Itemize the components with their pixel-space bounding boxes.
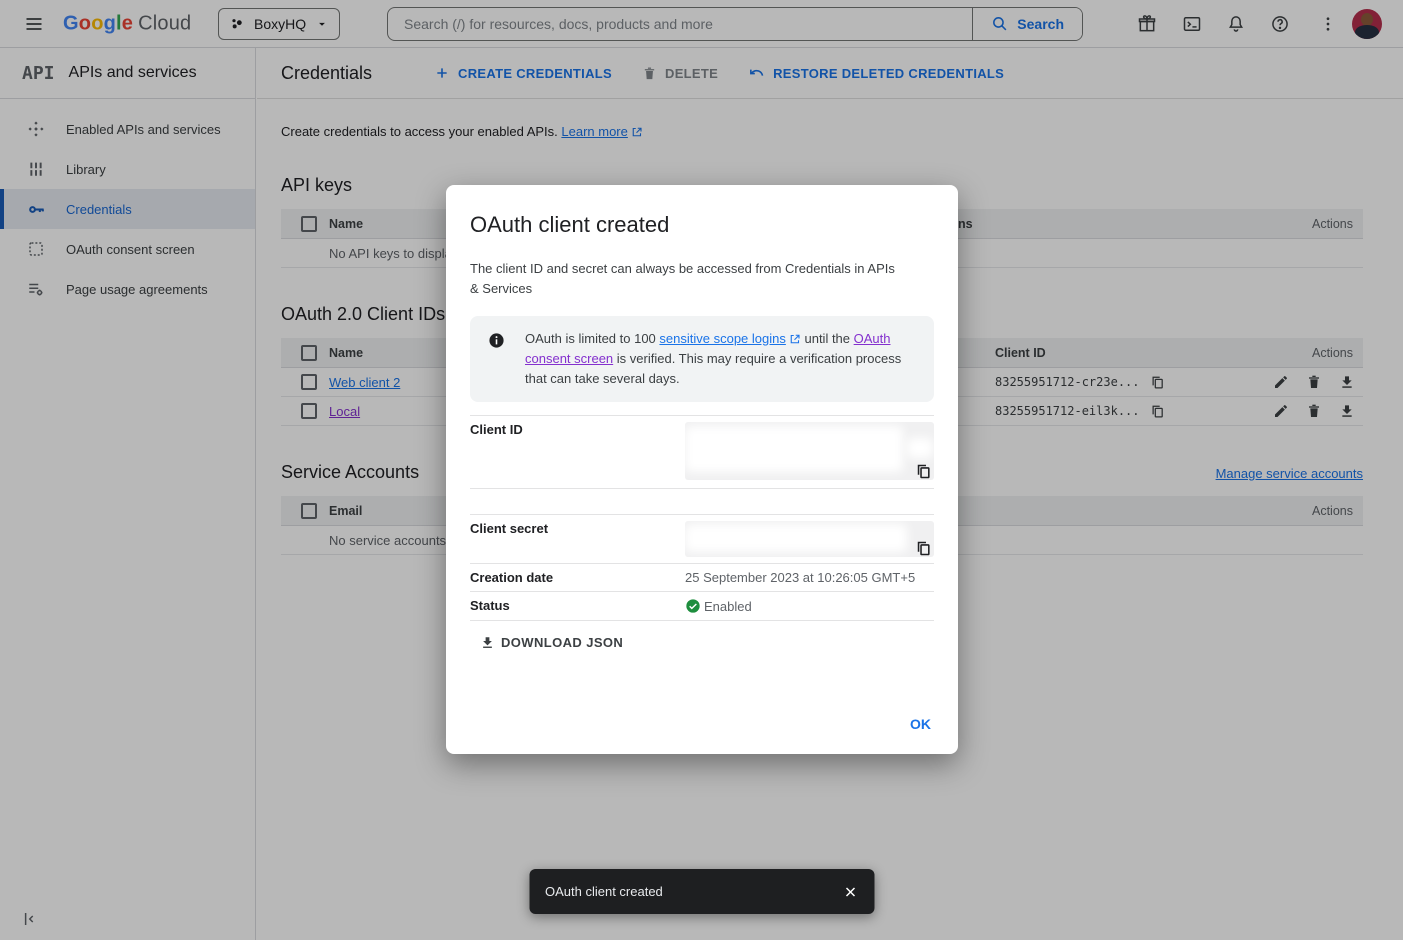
external-link-icon	[789, 333, 801, 345]
dialog-subtitle: The client ID and secret can always be a…	[446, 238, 924, 299]
info-icon	[488, 332, 505, 389]
client-id-row: Client ID	[470, 415, 934, 488]
dialog-title: OAuth client created	[446, 185, 958, 238]
info-banner: OAuth is limited to 100 sensitive scope …	[470, 316, 934, 402]
creation-date-row: Creation date 25 September 2023 at 10:26…	[470, 563, 934, 591]
spacer-row	[470, 488, 934, 514]
copy-icon[interactable]	[915, 463, 932, 480]
status-value: Enabled	[704, 599, 752, 614]
client-secret-row: Client secret	[470, 514, 934, 563]
download-json-button[interactable]: DOWNLOAD JSON	[480, 635, 623, 650]
close-icon[interactable]	[842, 884, 858, 900]
check-circle-icon	[685, 598, 701, 614]
client-id-label: Client ID	[470, 422, 685, 482]
info-text: OAuth is limited to 100 sensitive scope …	[525, 329, 920, 389]
client-secret-redacted-value	[685, 521, 934, 557]
copy-icon[interactable]	[915, 540, 932, 557]
snackbar-message: OAuth client created	[545, 884, 842, 899]
client-id-redacted-value	[685, 422, 934, 480]
creation-date-value: 25 September 2023 at 10:26:05 GMT+5	[685, 570, 934, 585]
status-label: Status	[470, 598, 685, 614]
oauth-client-created-dialog: OAuth client created The client ID and s…	[446, 185, 958, 754]
snackbar: OAuth client created	[529, 869, 874, 914]
creation-date-label: Creation date	[470, 570, 685, 585]
client-secret-label: Client secret	[470, 521, 685, 557]
ok-button[interactable]: OK	[910, 716, 931, 732]
download-icon	[480, 635, 495, 650]
status-row: Status Enabled	[470, 591, 934, 620]
sensitive-scope-logins-link[interactable]: sensitive scope logins	[659, 331, 785, 346]
